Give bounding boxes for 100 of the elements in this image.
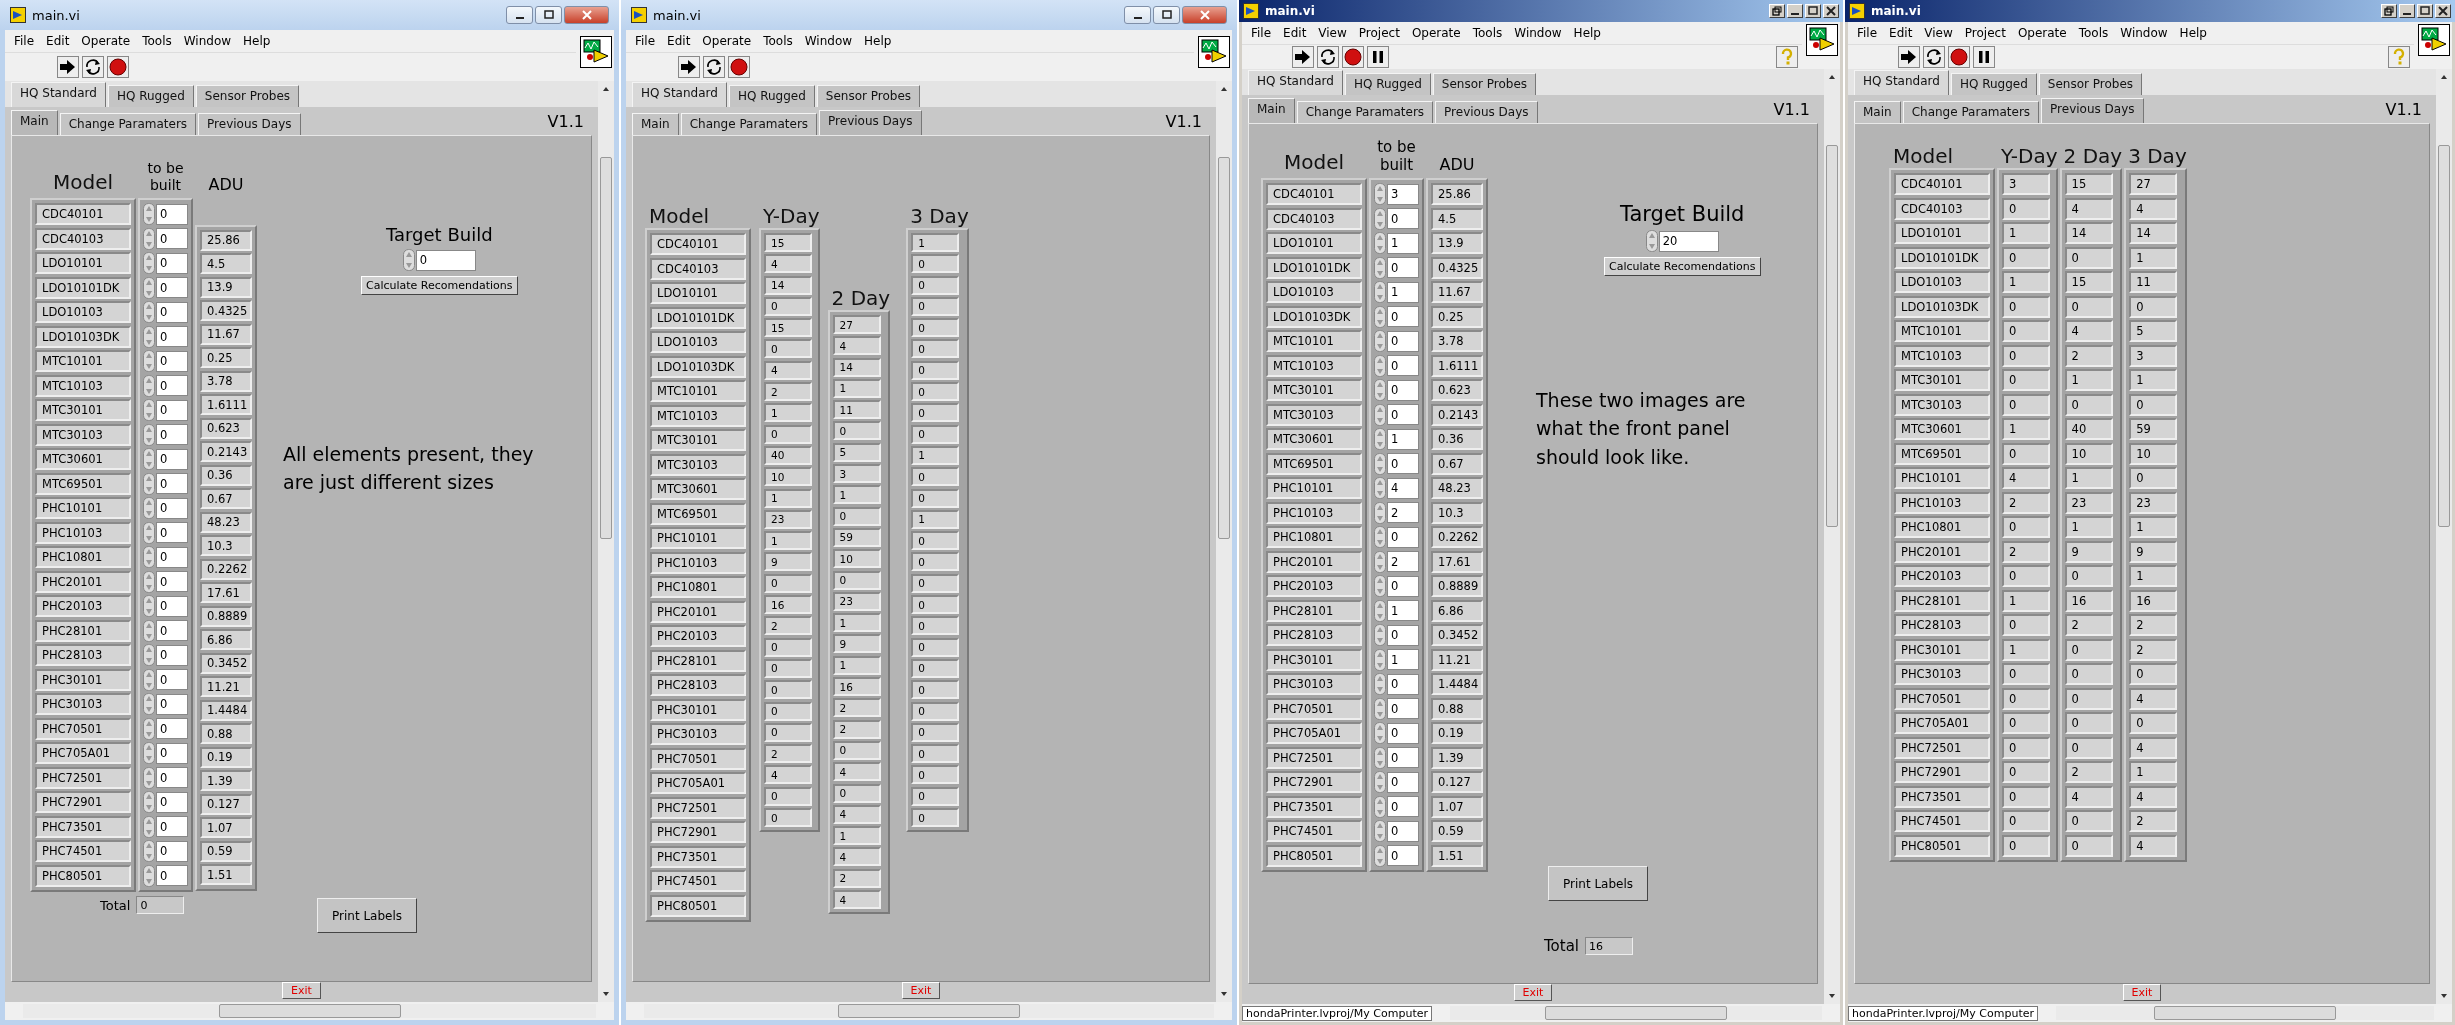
target-build-field[interactable]: 0 [415, 249, 476, 271]
tab[interactable]: Previous Days [1435, 101, 1538, 123]
menu-item[interactable]: Tools [758, 34, 798, 48]
menu-item[interactable]: Edit [1278, 26, 1312, 40]
menu-item[interactable]: Edit [662, 34, 696, 48]
numeric-field[interactable]: 0 [1387, 747, 1419, 768]
increment-decrement-buttons[interactable] [1374, 183, 1386, 205]
increment-decrement-buttons[interactable] [1374, 844, 1386, 867]
numeric-field[interactable]: 0 [156, 644, 188, 666]
menu-item[interactable]: View [1919, 26, 1958, 40]
increment-decrement-buttons[interactable] [1374, 550, 1386, 573]
numeric-field[interactable]: 0 [156, 546, 188, 568]
tab[interactable]: Previous Days [819, 110, 922, 135]
stop-icon[interactable] [728, 56, 750, 78]
numeric-field[interactable]: 0 [156, 571, 188, 592]
numeric-field[interactable]: 0 [156, 742, 188, 764]
tab[interactable]: Main [632, 113, 679, 135]
vertical-scrollbar[interactable] [1824, 69, 1840, 1004]
numeric-field[interactable]: 4 [1387, 477, 1419, 499]
pause-icon[interactable] [1973, 46, 1995, 68]
tab[interactable]: Sensor Probes [1432, 73, 1537, 95]
numeric-field[interactable]: 0 [156, 865, 188, 886]
numeric-field[interactable]: 0 [156, 473, 188, 494]
print-labels-button[interactable]: Print Labels [1548, 866, 1649, 901]
numeric-field[interactable]: 2 [1387, 502, 1419, 523]
increment-decrement-buttons[interactable] [143, 815, 155, 838]
tab[interactable]: HQ Standard [1248, 70, 1343, 95]
numeric-field[interactable]: 0 [156, 767, 188, 788]
increment-decrement-buttons[interactable] [1374, 379, 1386, 401]
numeric-field[interactable]: 0 [1387, 575, 1419, 597]
menu-item[interactable]: Tools [2073, 26, 2114, 40]
vertical-scrollbar[interactable] [1216, 81, 1232, 1002]
numeric-field[interactable]: 0 [1387, 673, 1419, 695]
numeric-field[interactable]: 0 [156, 816, 188, 837]
print-labels-button[interactable]: Print Labels [317, 898, 418, 933]
tab[interactable]: Sensor Probes [816, 85, 921, 107]
numeric-field[interactable]: 0 [156, 693, 188, 715]
increment-decrement-buttons[interactable] [143, 448, 155, 470]
target-build-field[interactable]: 20 [1658, 230, 1719, 252]
numeric-field[interactable]: 0 [156, 301, 188, 323]
increment-decrement-buttons[interactable] [143, 766, 155, 789]
increment-decrement-buttons[interactable] [1374, 771, 1386, 793]
numeric-field[interactable]: 0 [1387, 796, 1419, 817]
tab[interactable]: HQ Rugged [728, 85, 815, 107]
numeric-field[interactable]: 0 [1387, 845, 1419, 866]
minimize-button[interactable] [506, 6, 533, 24]
numeric-field[interactable]: 2 [1387, 551, 1419, 572]
increment-decrement-buttons[interactable] [143, 301, 155, 323]
menu-item[interactable]: Window [1509, 26, 1567, 40]
increment-decrement-buttons[interactable] [1374, 599, 1386, 622]
tab[interactable]: Change Paramaters [1902, 101, 2040, 123]
increment-decrement-buttons[interactable] [143, 325, 155, 348]
numeric-field[interactable]: 0 [1387, 820, 1419, 842]
calculate-button[interactable]: Calculate Recomendations [361, 275, 518, 295]
numeric-field[interactable]: 0 [156, 448, 188, 470]
numeric-field[interactable]: 0 [1387, 722, 1419, 744]
numeric-field[interactable]: 0 [156, 424, 188, 445]
tab[interactable]: HQ Rugged [107, 85, 194, 107]
menu-item[interactable]: View [1313, 26, 1352, 40]
menu-item[interactable]: Project [1353, 26, 1405, 40]
numeric-field[interactable]: 0 [156, 669, 188, 690]
menu-item[interactable]: Help [1568, 26, 1606, 40]
tab[interactable]: Main [1248, 98, 1295, 123]
numeric-field[interactable]: 3 [1387, 183, 1419, 205]
increment-decrement-buttons[interactable] [1374, 403, 1386, 426]
increment-decrement-buttons[interactable] [1374, 281, 1386, 303]
increment-decrement-buttons[interactable] [1374, 526, 1386, 548]
tab[interactable]: HQ Standard [632, 82, 727, 107]
increment-decrement-buttons[interactable] [1374, 673, 1386, 695]
numeric-field[interactable]: 0 [1387, 404, 1419, 425]
increment-decrement-buttons[interactable] [1374, 428, 1386, 450]
increment-decrement-buttons[interactable] [143, 693, 155, 715]
increment-decrement-buttons[interactable] [143, 276, 155, 299]
increment-decrement-buttons[interactable] [143, 619, 155, 642]
numeric-field[interactable]: 0 [1387, 698, 1419, 719]
numeric-field[interactable]: 0 [156, 497, 188, 519]
menu-item[interactable]: Operate [1406, 26, 1466, 40]
increment-decrement-buttons[interactable] [143, 595, 155, 617]
tab[interactable]: Previous Days [198, 113, 301, 135]
numeric-field[interactable]: 0 [1387, 624, 1419, 646]
menu-item[interactable]: File [630, 34, 661, 48]
menu-item[interactable]: File [1246, 26, 1277, 40]
increment-decrement-buttons[interactable] [143, 472, 155, 495]
menu-item[interactable]: Window [2115, 26, 2173, 40]
increment-decrement-buttons[interactable] [143, 203, 155, 225]
numeric-field[interactable]: 0 [1387, 526, 1419, 548]
menu-item[interactable]: Edit [1884, 26, 1918, 40]
numeric-field[interactable]: 0 [1387, 453, 1419, 474]
vertical-scrollbar[interactable] [2436, 69, 2452, 1004]
increment-decrement-buttons[interactable] [143, 252, 155, 274]
tab[interactable]: Sensor Probes [2038, 73, 2143, 95]
numeric-field[interactable]: 0 [156, 791, 188, 813]
menu-item[interactable]: Project [1959, 26, 2011, 40]
increment-decrement-buttons[interactable] [1374, 697, 1386, 720]
increment-decrement-buttons[interactable] [143, 717, 155, 740]
numeric-field[interactable]: 0 [1387, 330, 1419, 352]
horizontal-scrollbar[interactable] [2056, 1006, 2434, 1020]
increment-decrement-buttons[interactable] [143, 497, 155, 519]
tab[interactable]: HQ Rugged [1950, 73, 2037, 95]
maximize-button[interactable] [1153, 6, 1180, 24]
